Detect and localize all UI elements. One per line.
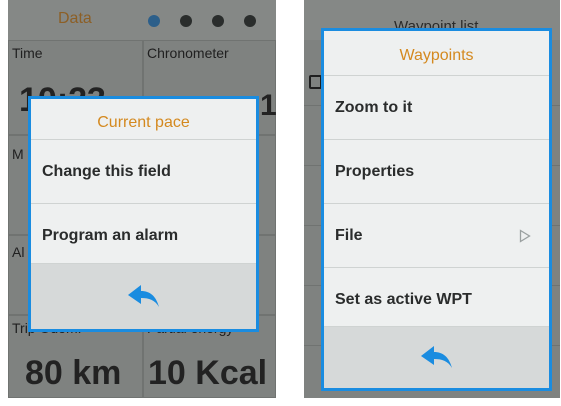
zoom-to-it-label: Zoom to it — [335, 98, 413, 116]
zoom-to-it-item[interactable]: Zoom to it — [324, 75, 549, 139]
file-label: File — [335, 226, 363, 244]
back-arrow-icon — [420, 345, 452, 368]
time-label: Time — [12, 45, 43, 61]
partial-energy-value: 10 Kcal — [148, 354, 268, 392]
chevron-right-icon — [519, 228, 531, 243]
change-field-label: Change this field — [42, 162, 171, 180]
change-field-item[interactable]: Change this field — [31, 139, 256, 203]
altitude-label: Al — [12, 244, 25, 260]
current-pace-dialog: Current pace Change this field Program a… — [28, 96, 259, 332]
tab-bar: Data — [8, 0, 276, 40]
program-alarm-label: Program an alarm — [42, 226, 179, 244]
dialog-title: Current pace — [97, 114, 190, 131]
back-button[interactable] — [324, 326, 549, 388]
set-active-wpt-label: Set as active WPT — [335, 290, 472, 308]
waypoint-list-screen: Waypoint list Waypoints Zoom to it Prope… — [304, 0, 560, 398]
chronometer-label: Chronometer — [147, 45, 229, 61]
tab-data[interactable]: Data — [58, 10, 92, 28]
file-item[interactable]: File — [324, 203, 549, 267]
program-alarm-item[interactable]: Program an alarm — [31, 203, 256, 267]
set-active-wpt-item[interactable]: Set as active WPT — [324, 267, 549, 331]
pace-label: M — [12, 146, 24, 162]
dialog-title: Waypoints — [399, 47, 474, 64]
page-dot-4[interactable] — [244, 15, 256, 27]
page-dot-3[interactable] — [212, 15, 224, 27]
dashboard-screen: Data Time 10:23 Chronometer 1 M Al Trip … — [8, 0, 276, 398]
back-arrow-icon — [127, 284, 159, 307]
properties-label: Properties — [335, 162, 415, 180]
trip-odometer-value: 80 km — [25, 354, 122, 392]
page-dot-1[interactable] — [148, 15, 160, 27]
waypoints-dialog: Waypoints Zoom to it Properties File Set… — [321, 28, 552, 391]
back-button[interactable] — [31, 263, 256, 329]
page-dot-2[interactable] — [180, 15, 192, 27]
properties-item[interactable]: Properties — [324, 139, 549, 203]
chronometer-value: 1 — [260, 89, 276, 122]
